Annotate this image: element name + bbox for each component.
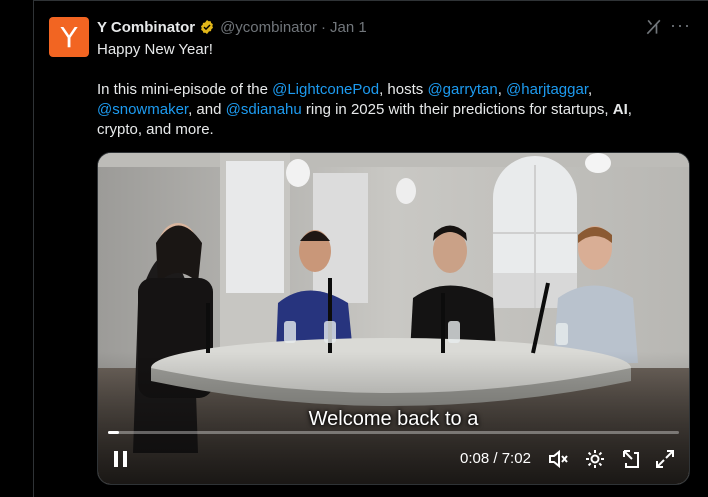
text-segment: , hosts: [379, 81, 428, 98]
separator-dot: ·: [321, 18, 327, 36]
mention-sdianahu[interactable]: @sdianahu: [226, 101, 302, 118]
video-controls: 0:08 / 7:02: [98, 447, 689, 477]
video-progress-fill: [108, 431, 119, 434]
text-segment: In this mini-episode of the: [97, 81, 273, 98]
video-total-time: 7:02: [501, 450, 531, 467]
text-segment: crypto, and more.: [97, 121, 214, 138]
author-handle[interactable]: @ycombinator: [220, 19, 317, 36]
avatar-letter: Y: [60, 20, 78, 54]
text-segment: ,: [497, 81, 507, 98]
mention-lightconepod[interactable]: @LightconePod: [272, 81, 379, 98]
left-margin: [0, 0, 33, 497]
avatar[interactable]: Y: [49, 17, 89, 57]
text-bold-ai: AI: [612, 101, 628, 118]
text-segment: ,: [627, 101, 632, 118]
author-name[interactable]: Y Combinator: [97, 19, 195, 36]
video-caption: Welcome back to a: [308, 408, 479, 430]
grok-icon[interactable]: [644, 17, 664, 37]
video-player[interactable]: Welcome back to a 0:08 / 7:02: [97, 152, 690, 485]
tweet-date[interactable]: Jan 1: [330, 19, 367, 36]
tweet-line-1: Happy New Year!: [97, 41, 213, 58]
timeline-border: [33, 0, 34, 497]
time-separator: /: [489, 450, 502, 467]
mention-garrytan[interactable]: @garrytan: [427, 81, 497, 98]
video-current-time: 0:08: [460, 450, 490, 467]
pause-icon[interactable]: [112, 449, 130, 469]
tweet-text: Happy New Year! In this mini-episode of …: [97, 40, 687, 140]
more-icon[interactable]: ···: [670, 15, 690, 35]
tweet-body: In this mini-episode of the @LightconePo…: [97, 80, 687, 140]
verified-badge-icon[interactable]: [199, 19, 215, 35]
fullscreen-icon[interactable]: [653, 447, 677, 471]
video-time: 0:08 / 7:02: [460, 450, 531, 467]
mention-snowmaker[interactable]: @snowmaker: [97, 101, 188, 118]
text-segment: ring in 2025 with their predictions for …: [301, 101, 613, 118]
pop-out-icon[interactable]: [620, 447, 644, 471]
tweet-divider: [34, 0, 708, 1]
tweet-header: Y Combinator @ycombinator · Jan 1: [97, 17, 367, 37]
video-progress-bar[interactable]: [108, 431, 679, 434]
text-segment: , and: [188, 101, 226, 118]
video-frame: [98, 153, 689, 484]
settings-gear-icon[interactable]: [583, 447, 607, 471]
mention-harjtaggar[interactable]: @harjtaggar: [506, 81, 588, 98]
volume-muted-icon[interactable]: [546, 447, 570, 471]
text-segment: ,: [588, 81, 593, 98]
